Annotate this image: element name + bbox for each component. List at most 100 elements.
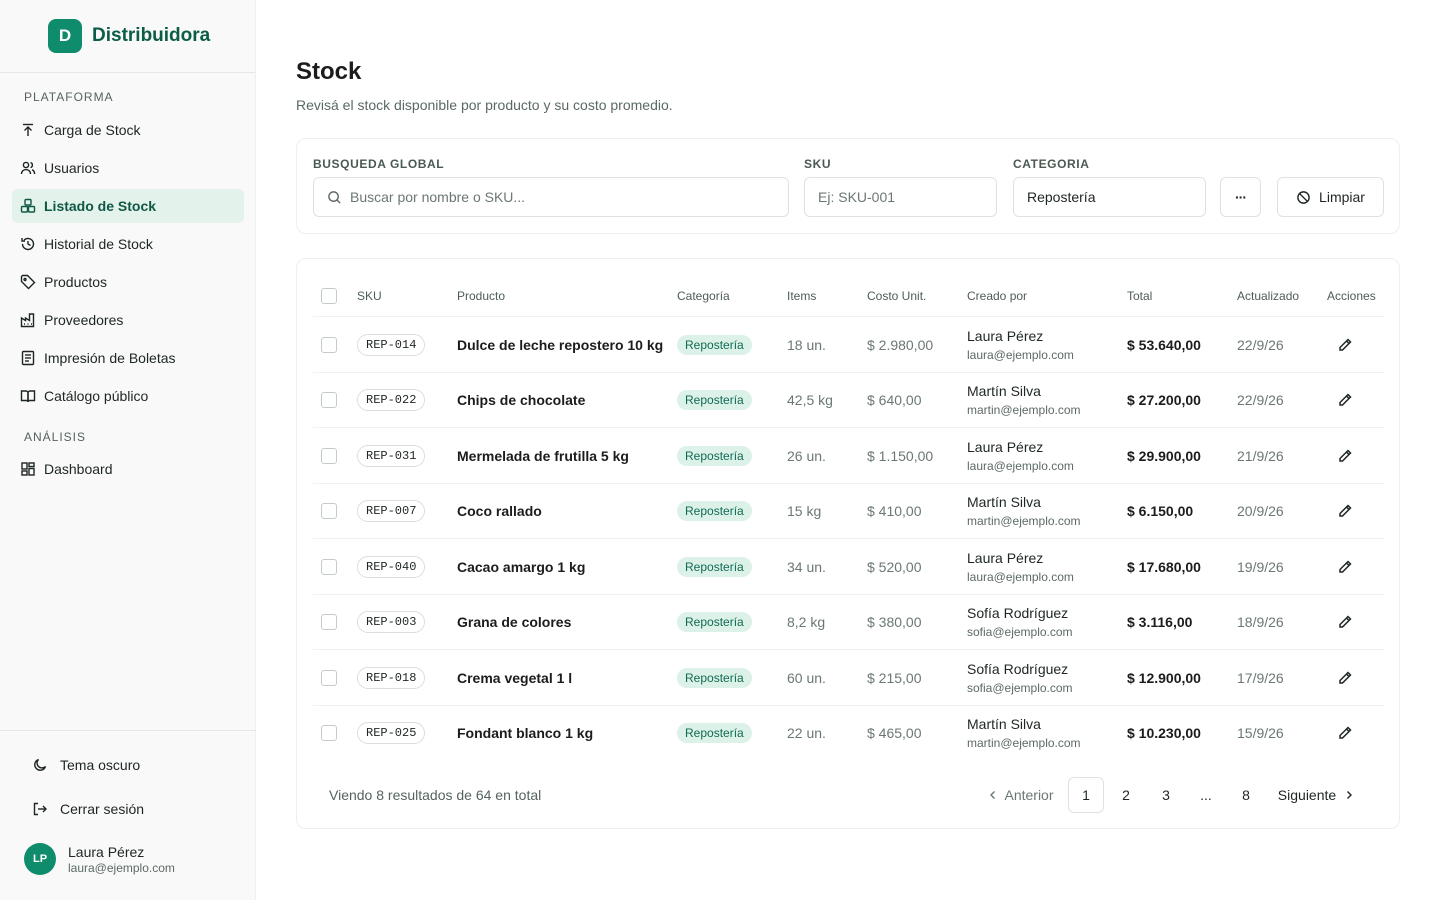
row-checkbox[interactable] <box>321 428 337 483</box>
chevron-left-icon <box>988 790 998 800</box>
sku-badge: REP-031 <box>357 444 426 467</box>
header-updated: Actualizado <box>1237 289 1300 303</box>
row-checkbox[interactable] <box>321 373 337 428</box>
row-total: $ 17.680,00 <box>1127 558 1201 575</box>
clear-filters-button[interactable]: Limpiar <box>1277 177 1384 217</box>
table-row: REP-025 Fondant blanco 1 kg Repostería 22 u… <box>313 704 1385 761</box>
product-name: Grana de colores <box>457 614 572 630</box>
search-input[interactable] <box>350 189 788 205</box>
items-count: 15 kg <box>787 503 822 519</box>
logout-button[interactable]: Cerrar sesión <box>24 792 234 826</box>
edit-icon[interactable] <box>1337 337 1353 353</box>
table-row: REP-018 Crema vegetal 1 l Repostería 60 un.… <box>313 649 1385 704</box>
edit-icon[interactable] <box>1337 725 1353 741</box>
row-checkbox[interactable] <box>321 484 337 539</box>
row-total: $ 29.900,00 <box>1127 447 1201 464</box>
more-icon: ··· <box>1235 189 1247 205</box>
sidebar-item-proveedores[interactable]: Proveedores <box>12 303 244 337</box>
sku-input[interactable] <box>818 189 996 205</box>
unit-cost: $ 1.150,00 <box>867 447 934 464</box>
sku-badge: REP-018 <box>357 666 426 689</box>
sidebar-item-dashboard[interactable]: Dashboard <box>12 452 244 486</box>
creator-email: laura@ejemplo.com <box>967 569 1074 584</box>
pagination-page-8[interactable]: 8 <box>1228 777 1264 813</box>
creator: Laura Pérez laura@ejemplo.com <box>967 317 1074 372</box>
sidebar-item-carga-de-stock[interactable]: Carga de Stock <box>12 113 244 147</box>
edit-icon[interactable] <box>1337 503 1353 519</box>
unit-cost: $ 640,00 <box>867 392 922 408</box>
creator-email: sofia@ejemplo.com <box>967 625 1073 639</box>
search-icon <box>327 190 342 205</box>
creator-name: Laura Pérez <box>967 327 1044 344</box>
category-badge: Repostería <box>677 501 752 521</box>
brand-name: Distribuidora <box>92 25 211 46</box>
header-total: Total <box>1127 289 1153 303</box>
boxes-icon <box>20 198 36 214</box>
logout-label: Cerrar sesión <box>60 801 145 817</box>
row-checkbox[interactable] <box>321 650 337 705</box>
edit-icon[interactable] <box>1337 448 1353 464</box>
pagination-next[interactable]: Siguiente <box>1275 777 1357 813</box>
category-badge: Repostería <box>677 556 752 577</box>
product-name: Dulce de leche repostero 10 kg <box>457 336 664 353</box>
creator-email: sofia@ejemplo.com <box>967 680 1073 695</box>
category-select[interactable]: Repostería <box>1013 177 1206 217</box>
user-profile[interactable]: LP Laura Pérez laura@ejemplo.com <box>24 843 175 875</box>
dark-theme-toggle[interactable]: Tema oscuro <box>24 748 234 782</box>
creator: Laura Pérez laura@ejemplo.com <box>967 539 1074 594</box>
users-icon <box>20 160 36 176</box>
row-checkbox[interactable] <box>321 706 337 761</box>
more-filters-button[interactable]: ··· <box>1220 177 1261 217</box>
user-email: laura@ejemplo.com <box>68 860 175 875</box>
category-badge: Repostería <box>677 390 752 410</box>
dashboard-icon <box>20 461 36 477</box>
sidebar-item-label: Catálogo público <box>44 388 149 404</box>
row-checkbox[interactable] <box>321 317 337 372</box>
creator: Martín Silva martin@ejemplo.com <box>967 373 1081 428</box>
pagination-page-2[interactable]: 2 <box>1108 777 1144 813</box>
items-count: 34 un. <box>787 558 826 575</box>
row-checkbox[interactable] <box>321 595 337 650</box>
items-count: 60 un. <box>787 669 826 686</box>
creator: Martín Silva martin@ejemplo.com <box>967 706 1081 761</box>
row-checkbox[interactable] <box>321 539 337 594</box>
creator-name: Laura Pérez <box>967 549 1044 566</box>
edit-icon[interactable] <box>1337 559 1353 575</box>
category-badge: Repostería <box>677 612 752 632</box>
edit-icon[interactable] <box>1337 392 1353 408</box>
sidebar-item-catalogo-publico[interactable]: Catálogo público <box>12 379 244 413</box>
sidebar-item-label: Usuarios <box>44 160 100 176</box>
edit-icon[interactable] <box>1337 670 1353 686</box>
sidebar-item-usuarios[interactable]: Usuarios <box>12 151 244 185</box>
creator-name: Martín Silva <box>967 383 1041 399</box>
table-row: REP-003 Grana de colores Repostería 8,2 kg $… <box>313 593 1385 650</box>
table-row: REP-014 Dulce de leche repostero 10 kg Rep… <box>313 316 1385 371</box>
unit-cost: $ 410,00 <box>867 503 922 519</box>
chevron-right-icon <box>1344 790 1354 800</box>
sidebar-item-impresion-de-boletas[interactable]: Impresión de Boletas <box>12 341 244 375</box>
brand-logo: D <box>48 19 82 53</box>
pagination-info: Viendo 8 resultados de 64 en total <box>329 787 542 803</box>
sku-badge: REP-040 <box>357 555 426 578</box>
row-total: $ 6.150,00 <box>1127 503 1194 519</box>
creator-email: martin@ejemplo.com <box>967 403 1081 417</box>
logout-icon <box>32 801 48 817</box>
sidebar-item-productos[interactable]: Productos <box>12 265 244 299</box>
creator-name: Sofía Rodríguez <box>967 605 1069 621</box>
edit-icon[interactable] <box>1337 614 1353 630</box>
pagination-page-3[interactable]: 3 <box>1148 777 1184 813</box>
clear-icon <box>1296 190 1311 205</box>
select-all-checkbox[interactable] <box>321 288 337 304</box>
sidebar-item-label: Impresión de Boletas <box>44 350 176 366</box>
header-items: Items <box>787 289 817 303</box>
sidebar-item-historial-de-stock[interactable]: Historial de Stock <box>12 227 244 261</box>
header-category: Categoría <box>677 289 730 303</box>
sidebar-item-listado-de-stock[interactable]: Listado de Stock <box>12 189 244 223</box>
pagination-page-1[interactable]: 1 <box>1068 777 1104 813</box>
pagination-prev[interactable]: Anterior <box>985 777 1057 813</box>
creator-email: martin@ejemplo.com <box>967 514 1081 528</box>
book-icon <box>20 388 36 404</box>
creator-name: Laura Pérez <box>967 438 1044 455</box>
header-actions: Acciones <box>1327 289 1376 303</box>
page-subtitle: Revisá el stock disponible por producto … <box>296 97 673 113</box>
